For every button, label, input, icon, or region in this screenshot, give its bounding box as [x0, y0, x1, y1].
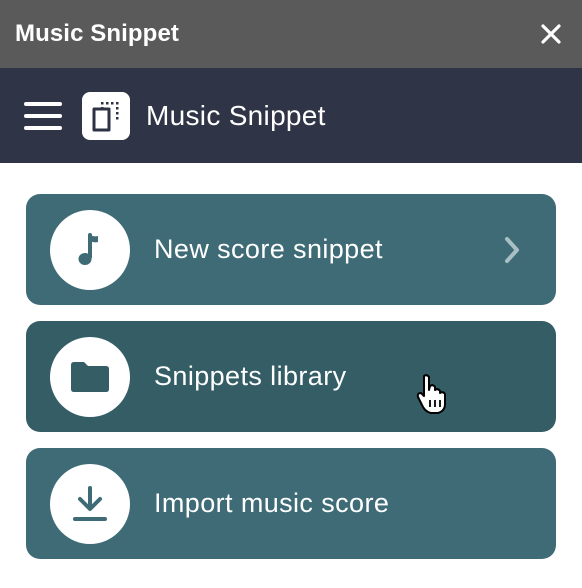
- download-icon: [50, 463, 130, 544]
- window-title: Music Snippet: [15, 20, 179, 47]
- app-title: Music Snippet: [146, 99, 326, 131]
- app-header: Music Snippet: [0, 68, 582, 163]
- hamburger-menu-icon[interactable]: [24, 101, 62, 130]
- new-score-snippet-button[interactable]: New score snippet: [26, 194, 556, 305]
- import-music-score-button[interactable]: Import music score: [26, 448, 556, 559]
- menu-item-label: Import music score: [154, 488, 390, 518]
- app-logo-icon: [82, 91, 130, 140]
- folder-icon: [50, 336, 130, 417]
- close-button[interactable]: [536, 19, 566, 49]
- music-note-icon: [50, 209, 130, 290]
- menu-item-label: New score snippet: [154, 234, 383, 264]
- close-icon: [541, 24, 561, 44]
- menu-item-label: Snippets library: [154, 361, 347, 391]
- hand-pointer-cursor-icon: [416, 374, 446, 414]
- chevron-right-icon: [502, 235, 522, 265]
- window-titlebar: Music Snippet: [0, 0, 582, 68]
- main-menu: New score snippet Snippets library Impor…: [26, 194, 556, 575]
- snippets-library-button[interactable]: Snippets library: [26, 321, 556, 432]
